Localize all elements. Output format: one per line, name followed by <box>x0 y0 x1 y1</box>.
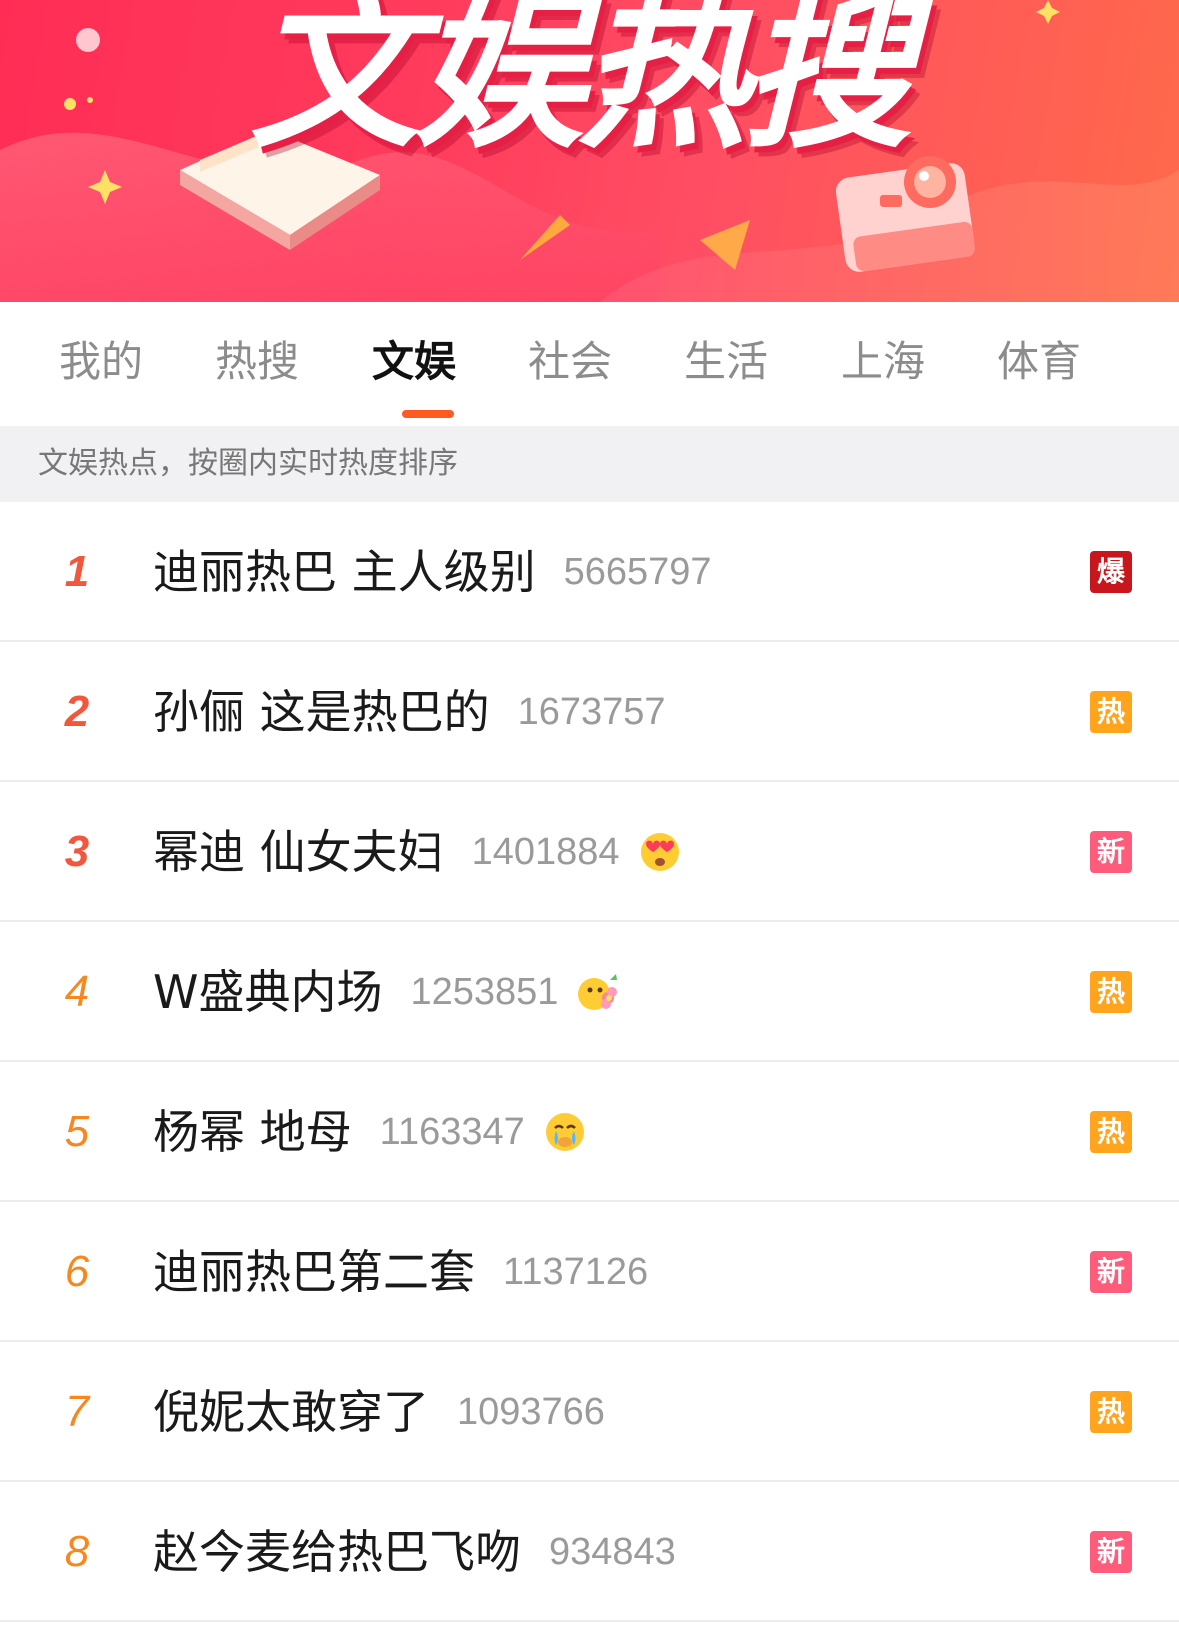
active-tab-indicator <box>402 410 454 418</box>
rank-number: 1 <box>64 547 90 596</box>
tab-entertainment[interactable]: 文娱 <box>349 332 479 392</box>
badge-hot: 热 <box>1090 1111 1132 1153</box>
rank-number: 2 <box>64 687 90 736</box>
list-item[interactable]: 8 赵今麦给热巴飞吻 934843 新 <box>0 1482 1179 1622</box>
heart-eyes-emoji-icon <box>640 833 679 871</box>
badge-hot: 热 <box>1090 1391 1132 1433</box>
topic-title[interactable]: 赵今麦给热巴飞吻 <box>153 1522 521 1582</box>
topic-title[interactable]: 迪丽热巴第二套 <box>153 1242 475 1302</box>
crying-emoji-icon <box>545 1113 584 1151</box>
heat-count: 1253851 <box>410 971 559 1013</box>
hot-search-list: 1 迪丽热巴 主人级别 5665797 爆 2 孙俪 这是热巴的 1673757… <box>0 502 1179 1622</box>
list-item[interactable]: 1 迪丽热巴 主人级别 5665797 爆 <box>0 502 1179 642</box>
tab-life[interactable]: 生活 <box>661 332 791 392</box>
badge-hot: 热 <box>1090 691 1132 733</box>
heat-count: 1163347 <box>379 1111 525 1153</box>
banner: 文娱热搜 <box>0 0 1179 302</box>
topic-title[interactable]: 孙俪 这是热巴的 <box>153 682 490 742</box>
category-tabs: 我的 热搜 文娱 社会 生活 上海 体育 <box>0 302 1179 426</box>
heat-count: 5665797 <box>563 551 712 593</box>
tab-shanghai[interactable]: 上海 <box>818 332 948 392</box>
badge-new: 新 <box>1090 831 1132 873</box>
tab-hot-search[interactable]: 热搜 <box>192 332 322 392</box>
tab-mine[interactable]: 我的 <box>36 332 166 392</box>
topic-title[interactable]: 迪丽热巴 主人级别 <box>153 542 536 602</box>
heat-count: 1401884 <box>471 831 620 873</box>
heat-count: 1093766 <box>457 1391 605 1433</box>
list-item[interactable]: 2 孙俪 这是热巴的 1673757 热 <box>0 642 1179 782</box>
rank-number: 7 <box>64 1387 90 1436</box>
rank-number: 4 <box>64 967 90 1016</box>
tab-sports[interactable]: 体育 <box>974 332 1104 392</box>
heat-count: 934843 <box>549 1531 676 1573</box>
list-item[interactable]: 3 幂迪 仙女夫妇 1401884 新 <box>0 782 1179 922</box>
list-item[interactable]: 7 倪妮太敢穿了 1093766 热 <box>0 1342 1179 1482</box>
topic-title[interactable]: 幂迪 仙女夫妇 <box>153 822 444 882</box>
topic-title[interactable]: W盛典内场 <box>153 962 382 1022</box>
rank-number: 6 <box>64 1247 90 1296</box>
badge-new: 新 <box>1090 1251 1132 1293</box>
list-item[interactable]: 5 杨幂 地母 1163347 热 <box>0 1062 1179 1202</box>
tab-society[interactable]: 社会 <box>505 332 635 392</box>
list-item[interactable]: 6 迪丽热巴第二套 1137126 新 <box>0 1202 1179 1342</box>
topic-title[interactable]: 倪妮太敢穿了 <box>153 1382 429 1442</box>
list-item[interactable]: 4 W盛典内场 1253851 热 <box>0 922 1179 1062</box>
badge-new: 新 <box>1090 1531 1132 1573</box>
badge-hot: 热 <box>1090 971 1132 1013</box>
rank-number: 8 <box>64 1527 90 1576</box>
badge-bao: 爆 <box>1090 551 1132 593</box>
flower-emoji-icon <box>578 974 618 1010</box>
list-description: 文娱热点，按圈内实时热度排序 <box>38 446 458 481</box>
heat-count: 1673757 <box>517 691 666 733</box>
heat-count: 1137126 <box>503 1251 649 1293</box>
rank-number: 3 <box>64 827 90 876</box>
banner-title: 文娱热搜 <box>250 0 912 172</box>
topic-title[interactable]: 杨幂 地母 <box>153 1102 352 1162</box>
list-description-bar: 文娱热点，按圈内实时热度排序 <box>0 426 1179 502</box>
rank-number: 5 <box>64 1107 90 1156</box>
camera-icon <box>835 156 976 272</box>
